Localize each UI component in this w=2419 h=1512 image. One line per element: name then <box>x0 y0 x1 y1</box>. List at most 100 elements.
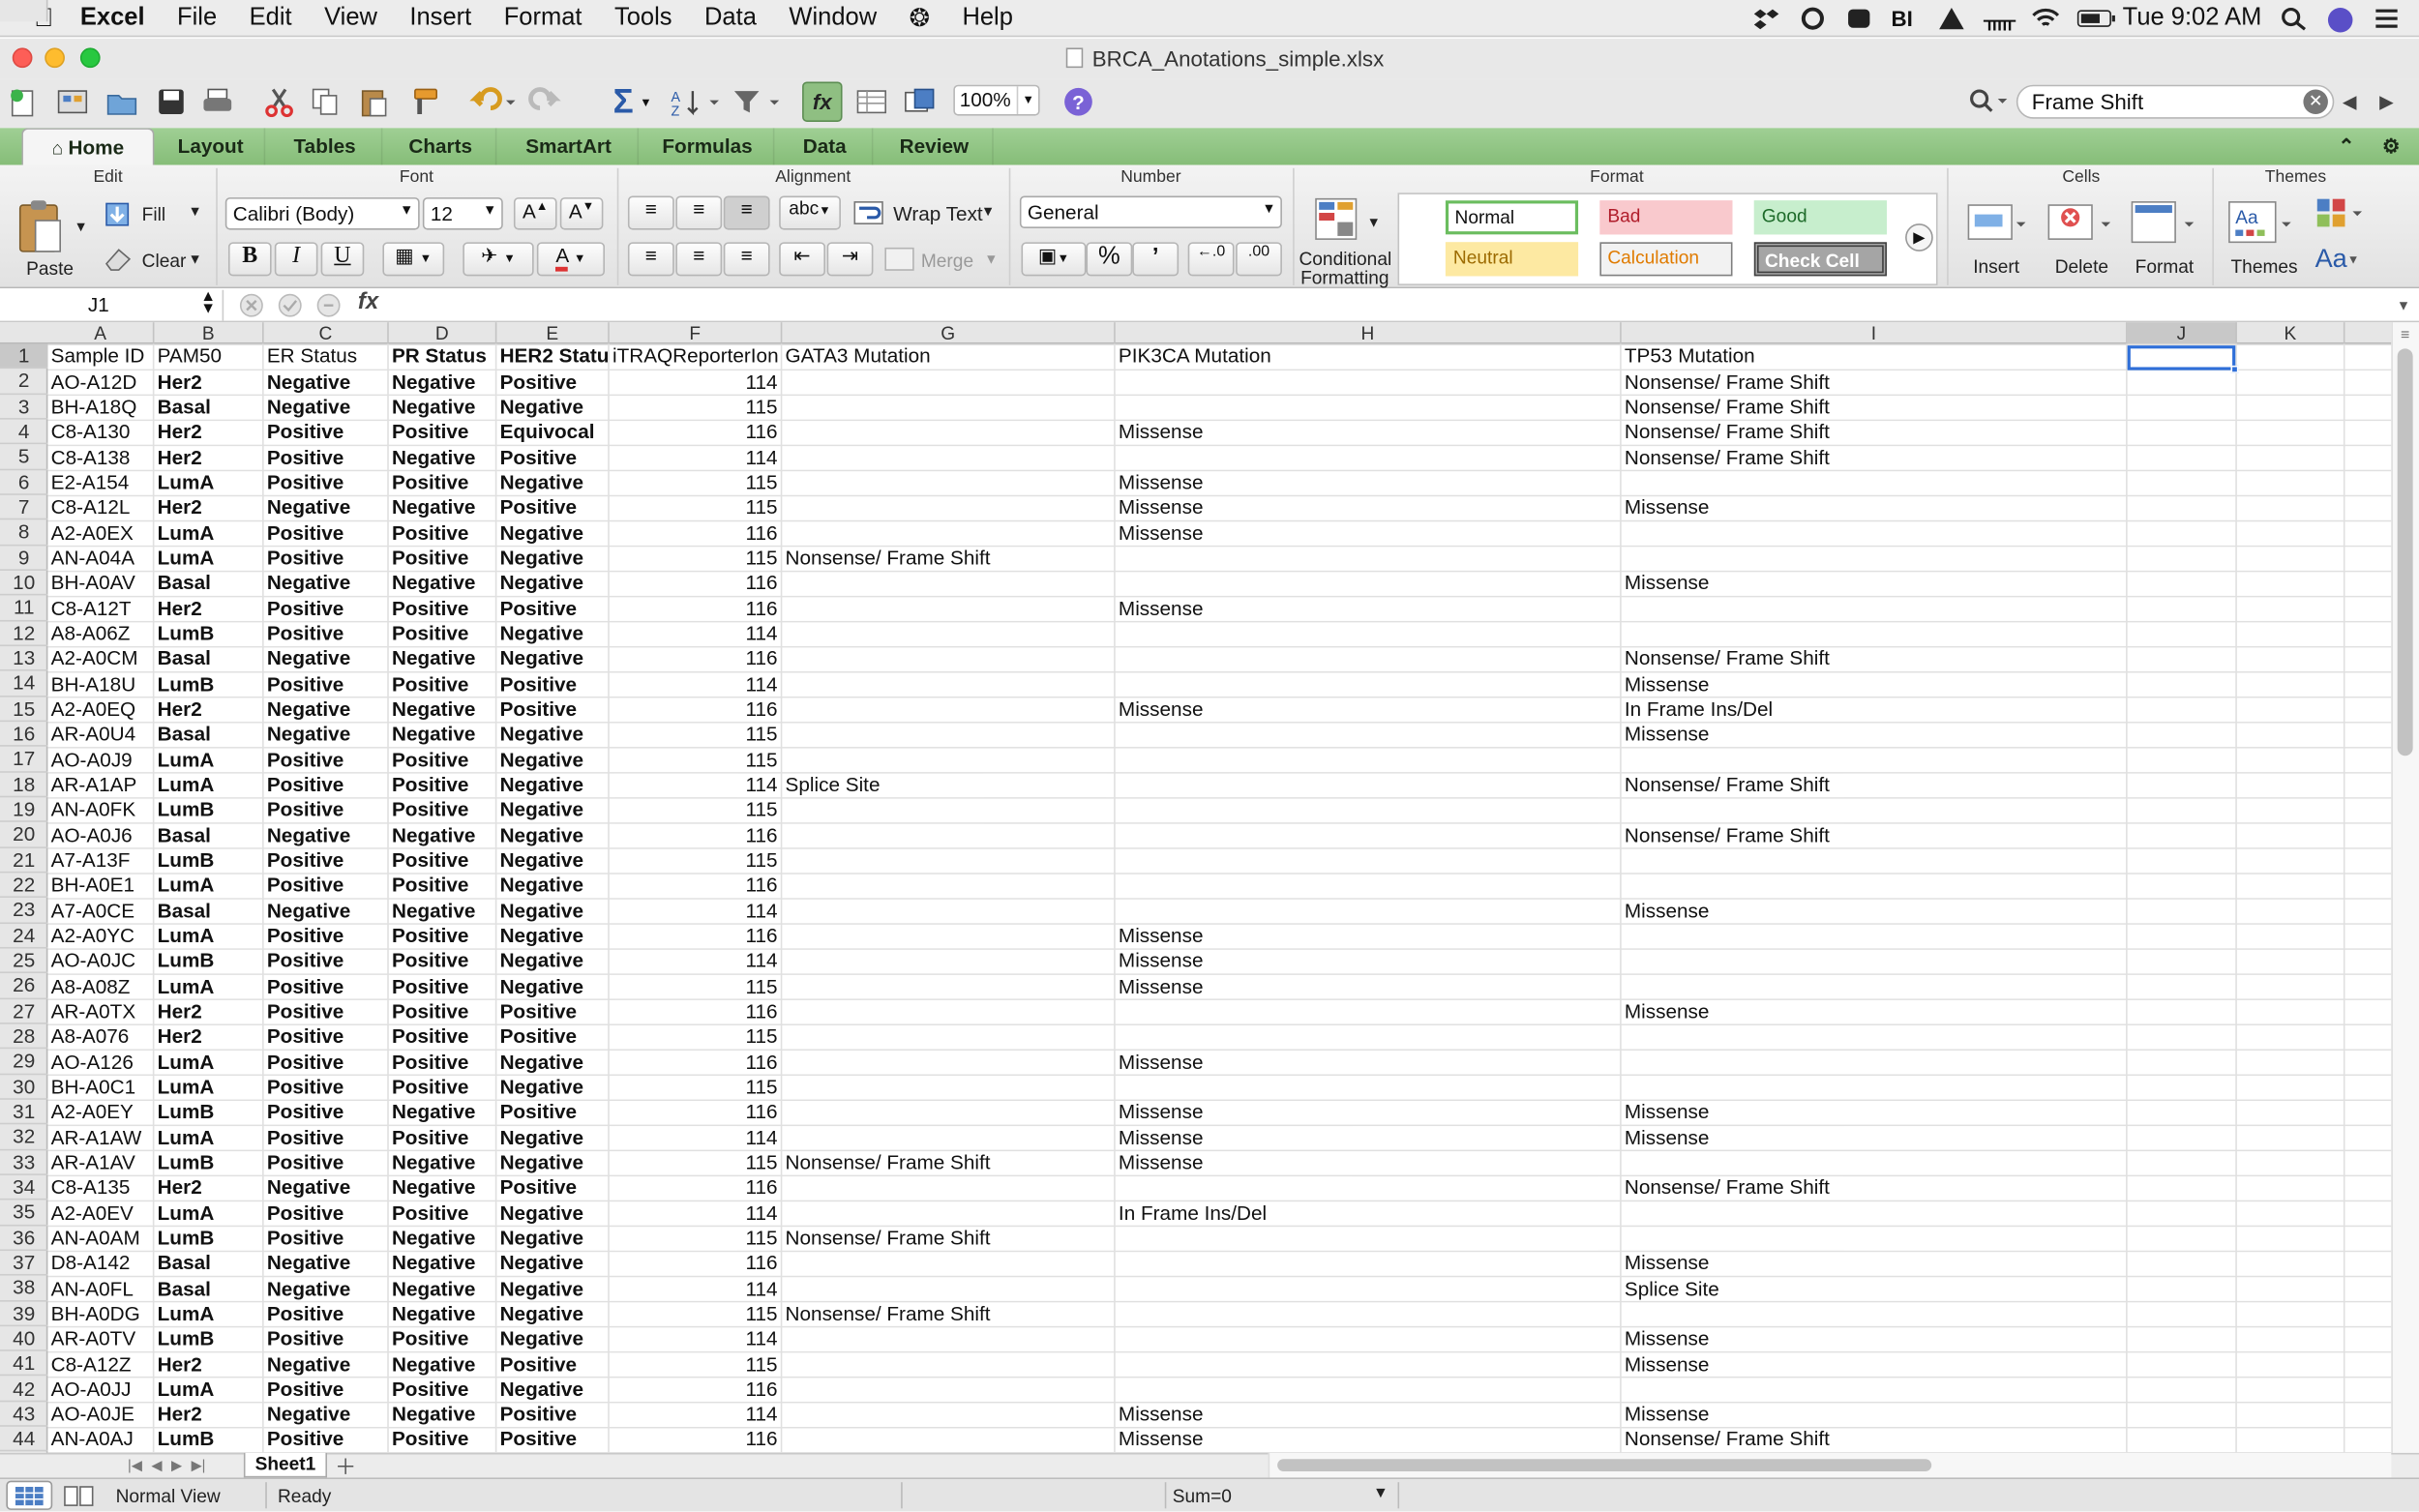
table-cell[interactable]: BH-A0C1 <box>47 1075 154 1100</box>
table-cell[interactable]: Negative <box>496 395 609 420</box>
table-cell[interactable]: Nonsense/ Frame Shift <box>782 1226 1115 1251</box>
table-cell[interactable]: C8-A12T <box>47 596 154 621</box>
table-cell[interactable]: Negative <box>496 974 609 999</box>
creative-cloud-icon[interactable] <box>1799 6 1827 31</box>
table-cell[interactable]: Her2 <box>154 1024 263 1050</box>
row-header[interactable]: 11 <box>0 596 48 621</box>
table-cell[interactable]: Negative <box>389 697 497 723</box>
table-cell[interactable]: Missense <box>1622 495 2128 520</box>
first-sheet-icon[interactable]: |◀ <box>128 1457 142 1474</box>
row-header[interactable]: 31 <box>0 1100 48 1125</box>
name-box-stepper-icon[interactable]: ▲ ▼ <box>200 289 216 317</box>
table-cell[interactable]: Positive <box>389 1378 497 1403</box>
table-cell[interactable]: 114 <box>610 445 783 470</box>
table-cell[interactable]: Negative <box>389 495 497 520</box>
row-header[interactable]: 24 <box>0 923 48 949</box>
table-cell[interactable]: LumB <box>154 1226 263 1251</box>
table-cell[interactable]: Negative <box>264 1276 389 1301</box>
table-cell[interactable]: Basal <box>154 395 263 420</box>
table-cell[interactable]: Missense <box>1622 1351 2128 1377</box>
fill-button[interactable]: Fill <box>142 203 165 224</box>
table-cell[interactable]: AO-A0JJ <box>47 1378 154 1403</box>
table-cell[interactable]: Nonsense/ Frame Shift <box>1622 646 2128 671</box>
table-cell[interactable]: Positive <box>264 1075 389 1100</box>
row-header[interactable]: 34 <box>0 1175 48 1201</box>
table-cell[interactable]: Negative <box>389 370 497 395</box>
table-cell[interactable]: Negative <box>496 949 609 974</box>
clear-dropdown-icon[interactable]: ▼ <box>189 252 202 267</box>
table-cell[interactable]: A2-A0EX <box>47 520 154 546</box>
previous-sheet-icon[interactable]: ◀ <box>151 1457 162 1474</box>
decrease-indent-button[interactable]: ⇤ <box>779 242 825 277</box>
page-layout-view-icon[interactable] <box>55 1481 102 1510</box>
fill-color-button[interactable]: ✈ ▼ <box>463 242 534 277</box>
selected-cell-j1[interactable] <box>2127 345 2239 373</box>
paste-icon[interactable] <box>356 85 390 119</box>
table-cell[interactable]: Negative <box>496 571 609 596</box>
table-cell[interactable]: AN-A04A <box>47 546 154 571</box>
table-cell[interactable]: Positive <box>496 1024 609 1050</box>
table-cell[interactable]: Negative <box>496 1050 609 1075</box>
merge-button[interactable]: Merge <box>921 250 973 271</box>
table-cell[interactable]: Negative <box>496 621 609 646</box>
table-cell[interactable]: AN-A0AM <box>47 1226 154 1251</box>
table-cell[interactable]: LumA <box>154 470 263 495</box>
column-title-cell[interactable]: HER2 Status <box>496 344 610 370</box>
style-calculation[interactable]: Calculation <box>1599 242 1733 277</box>
row-header[interactable]: 30 <box>0 1075 48 1100</box>
column-header-g[interactable]: G <box>782 322 1116 344</box>
table-cell[interactable]: Negative <box>496 520 609 546</box>
table-cell[interactable]: Positive <box>264 924 389 949</box>
menu-app-excel[interactable]: Excel <box>80 4 145 32</box>
column-title-cell[interactable]: PAM50 <box>154 344 263 370</box>
table-cell[interactable]: Positive <box>389 520 497 546</box>
insert-function-button[interactable]: fx <box>358 288 378 314</box>
row-header[interactable]: 21 <box>0 847 48 874</box>
table-cell[interactable]: Positive <box>264 974 389 999</box>
table-cell[interactable]: 115 <box>610 1301 783 1326</box>
row-header[interactable]: 37 <box>0 1251 48 1276</box>
table-cell[interactable]: AO-A0J6 <box>47 823 154 848</box>
sheet-navigation-arrows[interactable]: |◀ ◀ ▶ ▶| <box>117 1455 216 1476</box>
table-cell[interactable]: LumB <box>154 1150 263 1175</box>
table-cell[interactable]: Nonsense/ Frame Shift <box>1622 420 2128 445</box>
table-cell[interactable]: 114 <box>610 949 783 974</box>
battery-icon[interactable] <box>2076 6 2115 31</box>
style-good[interactable]: Good <box>1753 200 1887 235</box>
row-header[interactable]: 14 <box>0 671 48 697</box>
copy-icon[interactable] <box>309 85 343 119</box>
table-cell[interactable]: Her2 <box>154 999 263 1024</box>
table-cell[interactable]: AR-A1AP <box>47 773 154 798</box>
table-cell[interactable]: Missense <box>1116 1428 1622 1453</box>
table-cell[interactable]: Negative <box>264 1175 389 1201</box>
table-cell[interactable]: Negative <box>264 370 389 395</box>
table-cell[interactable]: Negative <box>389 1403 497 1428</box>
column-header-k[interactable]: K <box>2237 322 2345 344</box>
table-cell[interactable]: 116 <box>610 596 783 621</box>
table-cell[interactable]: Positive <box>264 1226 389 1251</box>
column-header-b[interactable]: B <box>154 322 264 344</box>
row-header[interactable]: 9 <box>0 546 48 571</box>
table-cell[interactable]: Negative <box>264 1351 389 1377</box>
delete-button[interactable]: Delete <box>2055 256 2108 278</box>
table-cell[interactable]: Her2 <box>154 1403 263 1428</box>
print-icon[interactable] <box>200 85 234 119</box>
table-cell[interactable]: LumB <box>154 949 263 974</box>
row-header[interactable]: 8 <box>0 520 48 546</box>
menu-format[interactable]: Format <box>504 4 582 32</box>
format-painter-icon[interactable] <box>405 85 442 119</box>
table-cell[interactable]: In Frame Ins/Del <box>1116 1201 1622 1226</box>
row-header[interactable]: 22 <box>0 873 48 899</box>
table-cell[interactable]: Positive <box>389 1428 497 1453</box>
table-cell[interactable]: A8-A076 <box>47 1024 154 1050</box>
table-cell[interactable]: 115 <box>610 974 783 999</box>
table-cell[interactable]: BH-A0AV <box>47 571 154 596</box>
table-cell[interactable]: Basal <box>154 723 263 748</box>
table-cell[interactable]: Missense <box>1116 1050 1622 1075</box>
style-neutral[interactable]: Neutral <box>1445 242 1579 277</box>
table-cell[interactable]: Negative <box>496 723 609 748</box>
table-cell[interactable]: Missense <box>1622 1251 2128 1276</box>
vertical-scrollbar-thumb[interactable] <box>2397 348 2413 756</box>
table-cell[interactable]: Negative <box>389 571 497 596</box>
table-cell[interactable]: Negative <box>389 1351 497 1377</box>
